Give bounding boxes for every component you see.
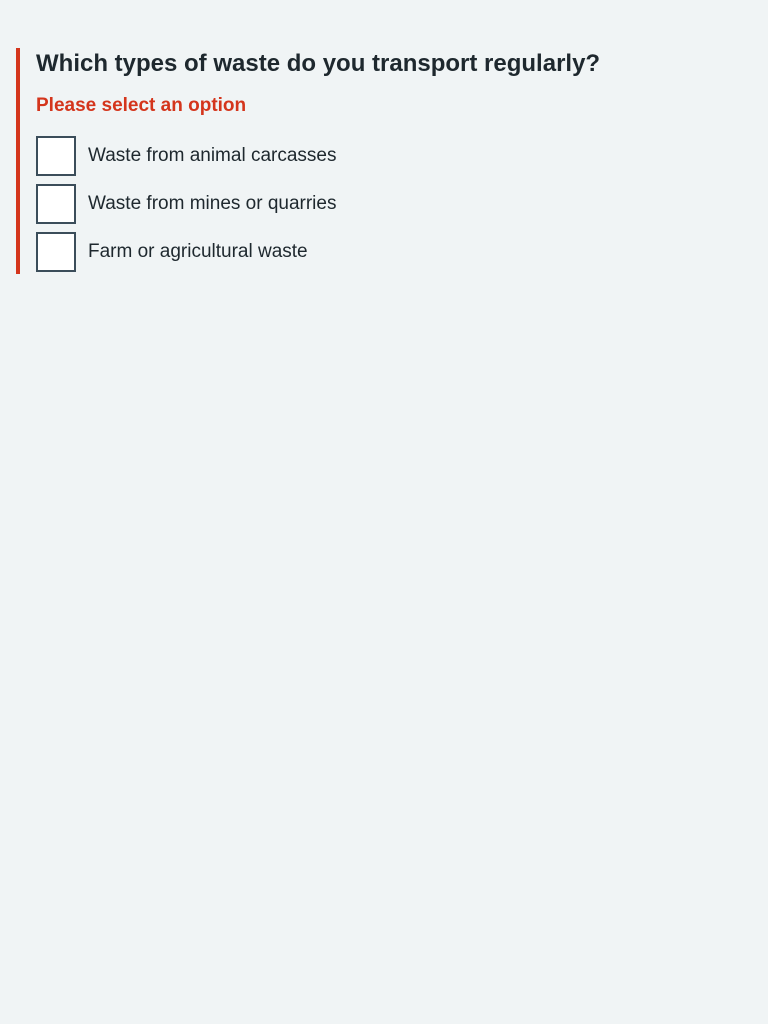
checkbox-list: Waste from animal carcasses Waste from m… xyxy=(36,136,716,272)
error-message: Please select an option xyxy=(36,95,247,116)
option-animal-carcasses[interactable]: Waste from animal carcasses xyxy=(36,136,716,176)
checkbox-mines-quarries[interactable] xyxy=(36,184,76,224)
checkbox-farm-agricultural[interactable] xyxy=(36,232,76,272)
question-title: Which types of waste do you transport re… xyxy=(36,50,601,77)
option-mines-quarries[interactable]: Waste from mines or quarries xyxy=(36,184,716,224)
waste-type-question-group: Which types of waste do you transport re… xyxy=(16,48,716,274)
option-label-farm-agricultural: Farm or agricultural waste xyxy=(88,241,308,262)
option-farm-agricultural[interactable]: Farm or agricultural waste xyxy=(36,232,716,272)
option-label-mines-quarries: Waste from mines or quarries xyxy=(88,193,337,214)
checkbox-animal-carcasses[interactable] xyxy=(36,136,76,176)
option-label-animal-carcasses: Waste from animal carcasses xyxy=(88,145,337,166)
